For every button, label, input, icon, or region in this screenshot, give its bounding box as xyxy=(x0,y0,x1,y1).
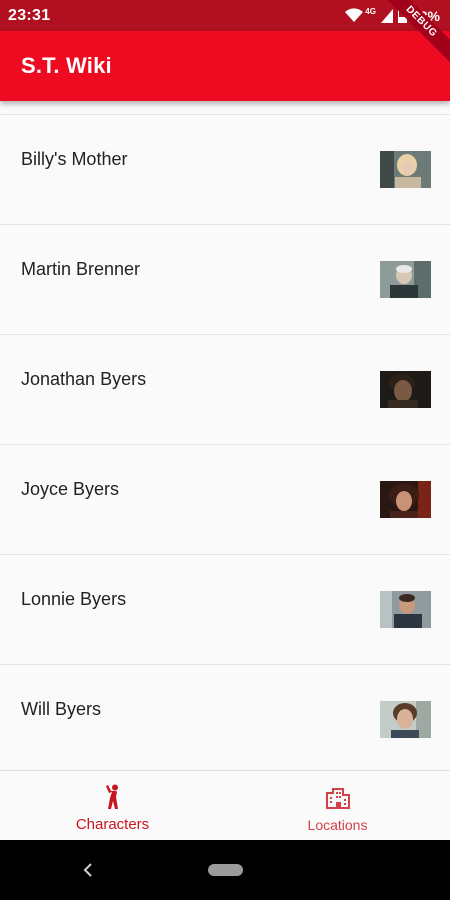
bottom-navigation: Characters Locations xyxy=(0,770,450,840)
character-thumbnail xyxy=(380,151,431,188)
city-icon xyxy=(325,788,350,809)
back-icon[interactable] xyxy=(80,861,96,879)
debug-banner-label: DEBUG xyxy=(376,0,450,67)
character-name: Joyce Byers xyxy=(21,479,120,499)
character-thumbnail xyxy=(380,481,431,518)
character-list[interactable]: Billy's Mother Martin Brenner Jonathan B… xyxy=(0,114,450,770)
character-list-item[interactable]: Jonathan Byers xyxy=(0,335,450,445)
character-name: Billy's Mother xyxy=(21,149,128,169)
nav-label-characters: Characters xyxy=(75,816,150,833)
home-pill[interactable] xyxy=(208,864,243,876)
character-list-item[interactable]: Joyce Byers xyxy=(0,445,450,555)
character-thumbnail xyxy=(380,701,431,738)
status-time: 23:31 xyxy=(8,6,51,24)
character-thumbnail xyxy=(380,371,431,408)
wifi-icon xyxy=(344,8,364,23)
character-name: Martin Brenner xyxy=(21,259,141,279)
app-screen: 23:31 4G 33% xyxy=(0,0,450,900)
character-list-item[interactable]: Will Byers xyxy=(0,665,450,770)
character-thumbnail xyxy=(380,261,431,298)
character-name: Will Byers xyxy=(21,699,101,719)
nav-item-locations[interactable]: Locations xyxy=(225,771,450,840)
debug-banner: DEBUG xyxy=(370,0,450,80)
character-list-item[interactable]: Martin Brenner xyxy=(0,225,450,335)
character-thumbnail xyxy=(380,591,431,628)
nav-item-characters[interactable]: Characters xyxy=(0,771,225,840)
character-list-item[interactable]: Billy's Mother xyxy=(0,115,450,225)
person-icon xyxy=(105,784,118,809)
character-name: Jonathan Byers xyxy=(21,369,147,389)
character-list-item[interactable]: Lonnie Byers xyxy=(0,555,450,665)
app-title: S.T. Wiki xyxy=(21,53,112,78)
system-navigation-bar xyxy=(0,840,450,900)
character-name: Lonnie Byers xyxy=(21,589,127,609)
nav-label-locations: Locations xyxy=(307,817,368,833)
